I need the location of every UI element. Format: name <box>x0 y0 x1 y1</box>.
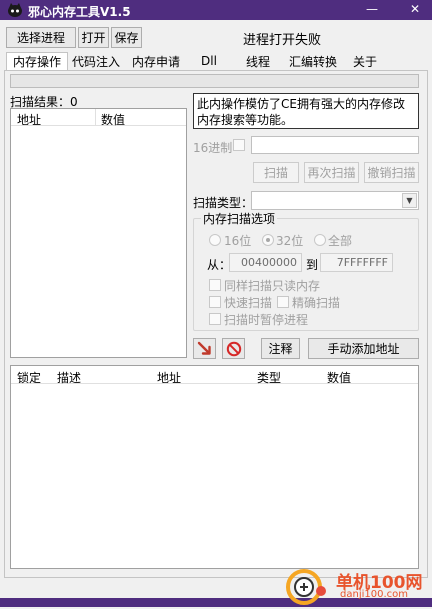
title-bar[interactable]: 邪心内存工具V1.5 — ✕ <box>0 0 432 20</box>
tab-code-inject[interactable]: 代码注入 <box>70 52 122 70</box>
scan-results-list[interactable]: 地址 数值 <box>10 108 187 358</box>
manual-add-address-button[interactable]: 手动添加地址 <box>308 338 419 359</box>
rescan-button[interactable]: 再次扫描 <box>304 162 359 183</box>
add-to-list-button[interactable] <box>193 338 216 359</box>
scan-button[interactable]: 扫描 <box>253 162 299 183</box>
watermark-logo <box>284 566 330 606</box>
precise-scan-checkbox[interactable] <box>277 296 289 308</box>
chevron-down-icon[interactable]: ▼ <box>402 193 417 208</box>
save-button[interactable]: 保存 <box>111 27 142 48</box>
hex-checkbox[interactable] <box>233 139 245 151</box>
from-address-input[interactable]: 00400000 <box>229 253 302 272</box>
radio-all-label: 全部 <box>328 234 353 248</box>
readonly-scan-checkbox[interactable] <box>209 279 221 291</box>
scan-type-select[interactable]: ▼ <box>251 191 419 210</box>
scan-type-label: 扫描类型： <box>193 196 254 210</box>
col-value[interactable]: 数值 <box>101 111 125 128</box>
radio-32bit-label: 32位 <box>276 234 304 248</box>
tab-dll[interactable]: Dll <box>194 52 224 70</box>
tab-asm-convert[interactable]: 汇编转换 <box>286 52 340 70</box>
col-address[interactable]: 地址 <box>17 111 41 128</box>
prohibit-icon <box>226 341 241 356</box>
info-text-box: 此内操作模仿了CE拥有强大的内存修改内存搜索等功能。 <box>193 93 419 129</box>
col-description[interactable]: 描述 <box>57 369 81 386</box>
hex-label: 16进制 <box>193 141 233 155</box>
tab-about[interactable]: 关于 <box>350 52 380 70</box>
from-label: 从： <box>207 258 232 272</box>
scan-progress-bar <box>10 74 419 88</box>
tab-thread[interactable]: 线程 <box>242 52 274 70</box>
radio-32bit[interactable] <box>262 234 274 246</box>
to-address-input[interactable]: 7FFFFFFF <box>320 253 393 272</box>
fast-scan-label: 快速扫描 <box>224 296 273 310</box>
arrow-down-right-icon <box>197 341 211 355</box>
col-address[interactable]: 地址 <box>157 369 181 386</box>
col-type[interactable]: 类型 <box>257 369 281 386</box>
col-lock[interactable]: 锁定 <box>17 369 41 386</box>
minimize-button[interactable]: — <box>366 2 378 16</box>
radio-16bit-label: 16位 <box>224 234 252 248</box>
col-divider <box>95 109 96 126</box>
process-status-text: 进程打开失败 <box>243 33 322 48</box>
pause-process-checkbox[interactable] <box>209 313 221 325</box>
tab-memory-alloc[interactable]: 内存申请 <box>128 52 184 70</box>
col-value[interactable]: 数值 <box>327 369 351 386</box>
radio-all[interactable] <box>314 234 326 246</box>
pause-process-label: 扫描时暂停进程 <box>224 313 309 327</box>
open-button[interactable]: 打开 <box>78 27 109 48</box>
to-label: 到 <box>306 258 319 272</box>
scan-value-input[interactable] <box>251 136 419 154</box>
select-process-button[interactable]: 选择进程 <box>6 27 76 48</box>
fast-scan-checkbox[interactable] <box>209 296 221 308</box>
address-table[interactable]: 锁定 描述 地址 类型 数值 <box>10 365 419 569</box>
clear-list-button[interactable] <box>222 338 245 359</box>
radio-16bit[interactable] <box>209 234 221 246</box>
memory-scan-options-title: 内存扫描选项 <box>201 210 278 227</box>
cancel-scan-button[interactable]: 撤销扫描 <box>364 162 419 183</box>
close-button[interactable]: ✕ <box>410 2 420 16</box>
precise-scan-label: 精确扫描 <box>292 296 341 310</box>
note-button[interactable]: 注释 <box>261 338 300 359</box>
readonly-scan-label: 同样扫描只读内存 <box>224 279 321 293</box>
tab-memory-ops[interactable]: 内存操作 <box>6 52 68 70</box>
window-title: 邪心内存工具V1.5 <box>28 5 131 19</box>
watermark-url: danji100.com <box>340 589 408 600</box>
app-logo-icon <box>6 2 24 18</box>
